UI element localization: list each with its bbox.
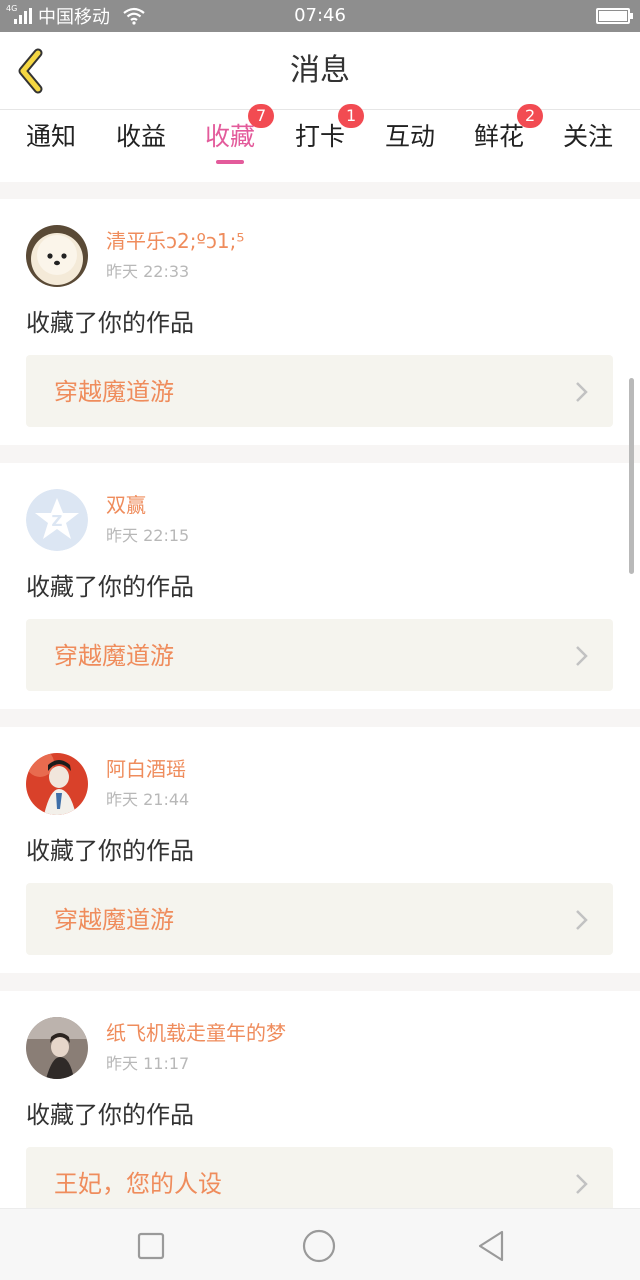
tab-label: 收益 — [115, 122, 166, 151]
message-text: 收藏了你的作品 — [26, 1101, 194, 1129]
svg-text:Z: Z — [52, 512, 63, 530]
avatar[interactable] — [26, 753, 88, 815]
triangle-back-icon[interactable] — [474, 1229, 508, 1263]
message-time: 昨天 22:15 — [106, 526, 190, 545]
chevron-right-icon — [576, 1174, 588, 1194]
tab-label: 关注 — [562, 122, 613, 151]
work-link[interactable]: 穿越魔道游 — [26, 355, 613, 427]
default-avatar-image: Z — [26, 489, 88, 551]
tab-label: 通知 — [25, 122, 76, 151]
message-text: 收藏了你的作品 — [26, 837, 194, 865]
tab-interaction[interactable]: 互动 — [365, 110, 455, 182]
message-card: Z 双赢 昨天 22:15 收藏了你的作品 穿越魔道游 — [0, 463, 640, 709]
scrollbar[interactable] — [629, 378, 634, 574]
tab-notifications[interactable]: 通知 — [6, 110, 96, 182]
nav-bar: 消息 — [0, 32, 640, 110]
work-link[interactable]: 王妃，您的人设 — [26, 1147, 613, 1208]
avatar[interactable] — [26, 1017, 88, 1079]
message-card: 清平乐ↄ2;ºↄ1;⁵ 昨天 22:33 收藏了你的作品 穿越魔道游 — [0, 199, 640, 445]
user-name[interactable]: 双赢 — [106, 493, 146, 517]
message-time: 昨天 22:33 — [106, 262, 190, 281]
message-text: 收藏了你的作品 — [26, 309, 194, 337]
chevron-right-icon — [576, 382, 588, 402]
chevron-right-icon — [576, 910, 588, 930]
work-title: 王妃，您的人设 — [54, 1170, 222, 1198]
tab-checkin[interactable]: 打卡 1 — [275, 104, 365, 182]
system-nav-bar — [0, 1208, 640, 1280]
message-card: 纸飞机载走童年的梦 昨天 11:17 收藏了你的作品 王妃，您的人设 — [0, 991, 640, 1208]
message-time: 昨天 11:17 — [106, 1054, 190, 1073]
status-bar: 4G 中国移动 07:46 — [0, 0, 640, 32]
user-name[interactable]: 阿白酒瑶 — [106, 757, 186, 781]
tab-follow[interactable]: 关注 — [543, 110, 633, 182]
user-name[interactable]: 纸飞机载走童年的梦 — [106, 1021, 286, 1045]
work-link[interactable]: 穿越魔道游 — [26, 883, 613, 955]
unread-badge: 2 — [517, 104, 544, 128]
message-card: 阿白酒瑶 昨天 21:44 收藏了你的作品 穿越魔道游 — [0, 727, 640, 973]
work-title: 穿越魔道游 — [54, 378, 174, 406]
circle-icon[interactable] — [302, 1229, 336, 1263]
avatar[interactable] — [26, 225, 88, 287]
page-title: 消息 — [290, 53, 350, 88]
message-time: 昨天 21:44 — [106, 790, 190, 809]
avatar[interactable]: Z — [26, 489, 88, 551]
battery-icon — [596, 8, 633, 24]
work-title: 穿越魔道游 — [54, 642, 174, 670]
tab-label: 互动 — [384, 122, 435, 151]
photo-avatar-image — [26, 1017, 88, 1079]
portrait-avatar-image — [26, 753, 88, 815]
message-list[interactable]: 清平乐ↄ2;ºↄ1;⁵ 昨天 22:33 收藏了你的作品 穿越魔道游 Z 双赢 … — [0, 182, 640, 1208]
status-time: 07:46 — [294, 5, 346, 26]
work-link[interactable]: 穿越魔道游 — [26, 619, 613, 691]
tab-favorites[interactable]: 收藏 7 — [185, 104, 275, 182]
square-icon[interactable] — [134, 1229, 168, 1263]
unread-badge: 1 — [338, 104, 365, 128]
chevron-right-icon — [576, 646, 588, 666]
tab-earnings[interactable]: 收益 — [96, 110, 186, 182]
work-title: 穿越魔道游 — [54, 906, 174, 934]
user-name[interactable]: 清平乐ↄ2;ºↄ1;⁵ — [106, 229, 244, 253]
tab-bar: 通知 收益 收藏 7 打卡 1 互动 鲜花 2 关注 — [0, 104, 640, 182]
message-text: 收藏了你的作品 — [26, 573, 194, 601]
dog-avatar-image — [26, 225, 88, 287]
unread-badge: 7 — [248, 104, 275, 128]
active-tab-indicator — [216, 160, 244, 164]
tab-flowers[interactable]: 鲜花 2 — [454, 104, 544, 182]
